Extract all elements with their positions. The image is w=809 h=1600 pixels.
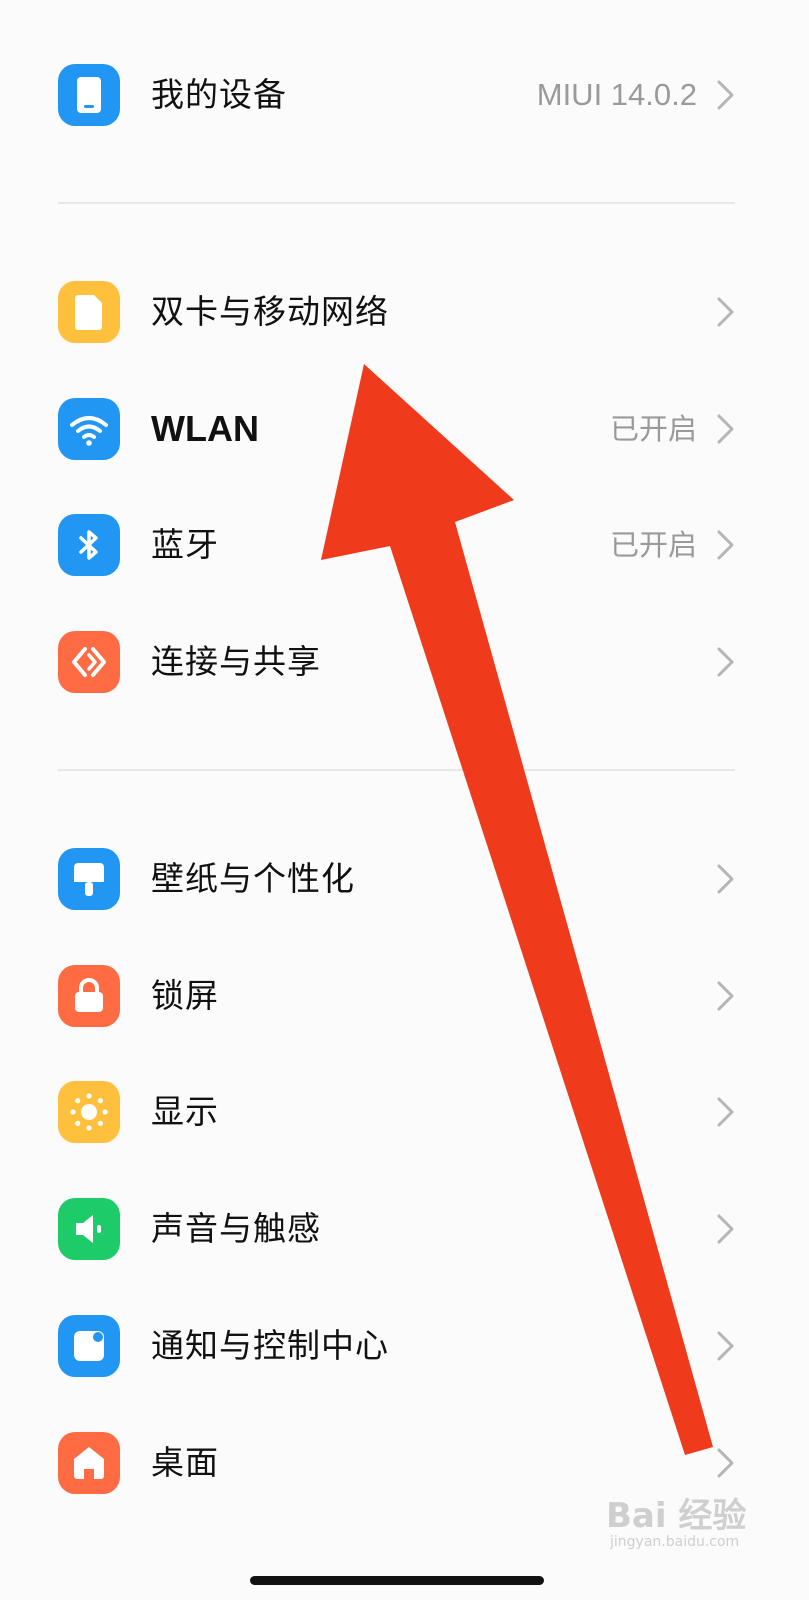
section-divider (58, 769, 735, 771)
share-connect-icon (58, 631, 120, 693)
settings-item-label: 我的设备 (151, 75, 287, 114)
chevron-right-icon (717, 414, 734, 444)
sim-card-icon (58, 281, 120, 343)
paint-brush-icon (58, 848, 120, 910)
settings-item-connection-sharing[interactable]: 连接与共享 (0, 607, 809, 717)
wifi-icon (58, 398, 120, 460)
settings-item-lock-screen[interactable]: 锁屏 (0, 941, 809, 1051)
chevron-right-icon (717, 981, 734, 1011)
settings-item-bluetooth[interactable]: 蓝牙 已开启 (0, 490, 809, 600)
settings-item-label: WLAN (151, 408, 259, 449)
settings-item-wallpaper[interactable]: 壁纸与个性化 (0, 824, 809, 934)
settings-item-label: 壁纸与个性化 (151, 859, 355, 898)
settings-item-label: 通知与控制中心 (151, 1326, 389, 1365)
watermark-main-text: Bai 经验 (606, 1496, 747, 1536)
settings-item-label: 桌面 (151, 1443, 219, 1482)
phone-icon (58, 64, 120, 126)
settings-item-dual-sim[interactable]: 双卡与移动网络 (0, 257, 809, 367)
speaker-icon (58, 1198, 120, 1260)
settings-item-label: 锁屏 (151, 976, 219, 1015)
chevron-right-icon (717, 864, 734, 894)
notification-icon (58, 1315, 120, 1377)
settings-item-value: 已开启 (609, 528, 697, 562)
chevron-right-icon (717, 647, 734, 677)
settings-item-wlan[interactable]: WLAN 已开启 (0, 374, 809, 484)
chevron-right-icon (717, 1097, 734, 1127)
home-icon (58, 1432, 120, 1494)
settings-item-label: 声音与触感 (151, 1209, 321, 1248)
settings-item-notifications[interactable]: 通知与控制中心 (0, 1291, 809, 1401)
settings-item-value: 已开启 (609, 412, 697, 446)
chevron-right-icon (717, 80, 734, 110)
section-divider (58, 202, 735, 204)
settings-item-value: MIUI 14.0.2 (536, 77, 697, 112)
chevron-right-icon (717, 297, 734, 327)
chevron-right-icon (717, 530, 734, 560)
lock-icon (58, 965, 120, 1027)
settings-item-my-device[interactable]: 我的设备 MIUI 14.0.2 (0, 40, 809, 150)
settings-item-label: 连接与共享 (151, 642, 321, 681)
baidu-jingyan-watermark: Bai 经验 jingyan.baidu.com (606, 1470, 796, 1560)
home-indicator[interactable] (250, 1576, 544, 1585)
settings-item-label: 蓝牙 (151, 525, 219, 564)
settings-item-sound[interactable]: 声音与触感 (0, 1174, 809, 1284)
settings-item-label: 双卡与移动网络 (151, 292, 389, 331)
bluetooth-icon (58, 514, 120, 576)
sun-icon (58, 1081, 120, 1143)
settings-item-label: 显示 (151, 1092, 219, 1131)
chevron-right-icon (717, 1331, 734, 1361)
settings-item-display[interactable]: 显示 (0, 1057, 809, 1167)
chevron-right-icon (717, 1214, 734, 1244)
watermark-url-text: jingyan.baidu.com (610, 1534, 740, 1550)
